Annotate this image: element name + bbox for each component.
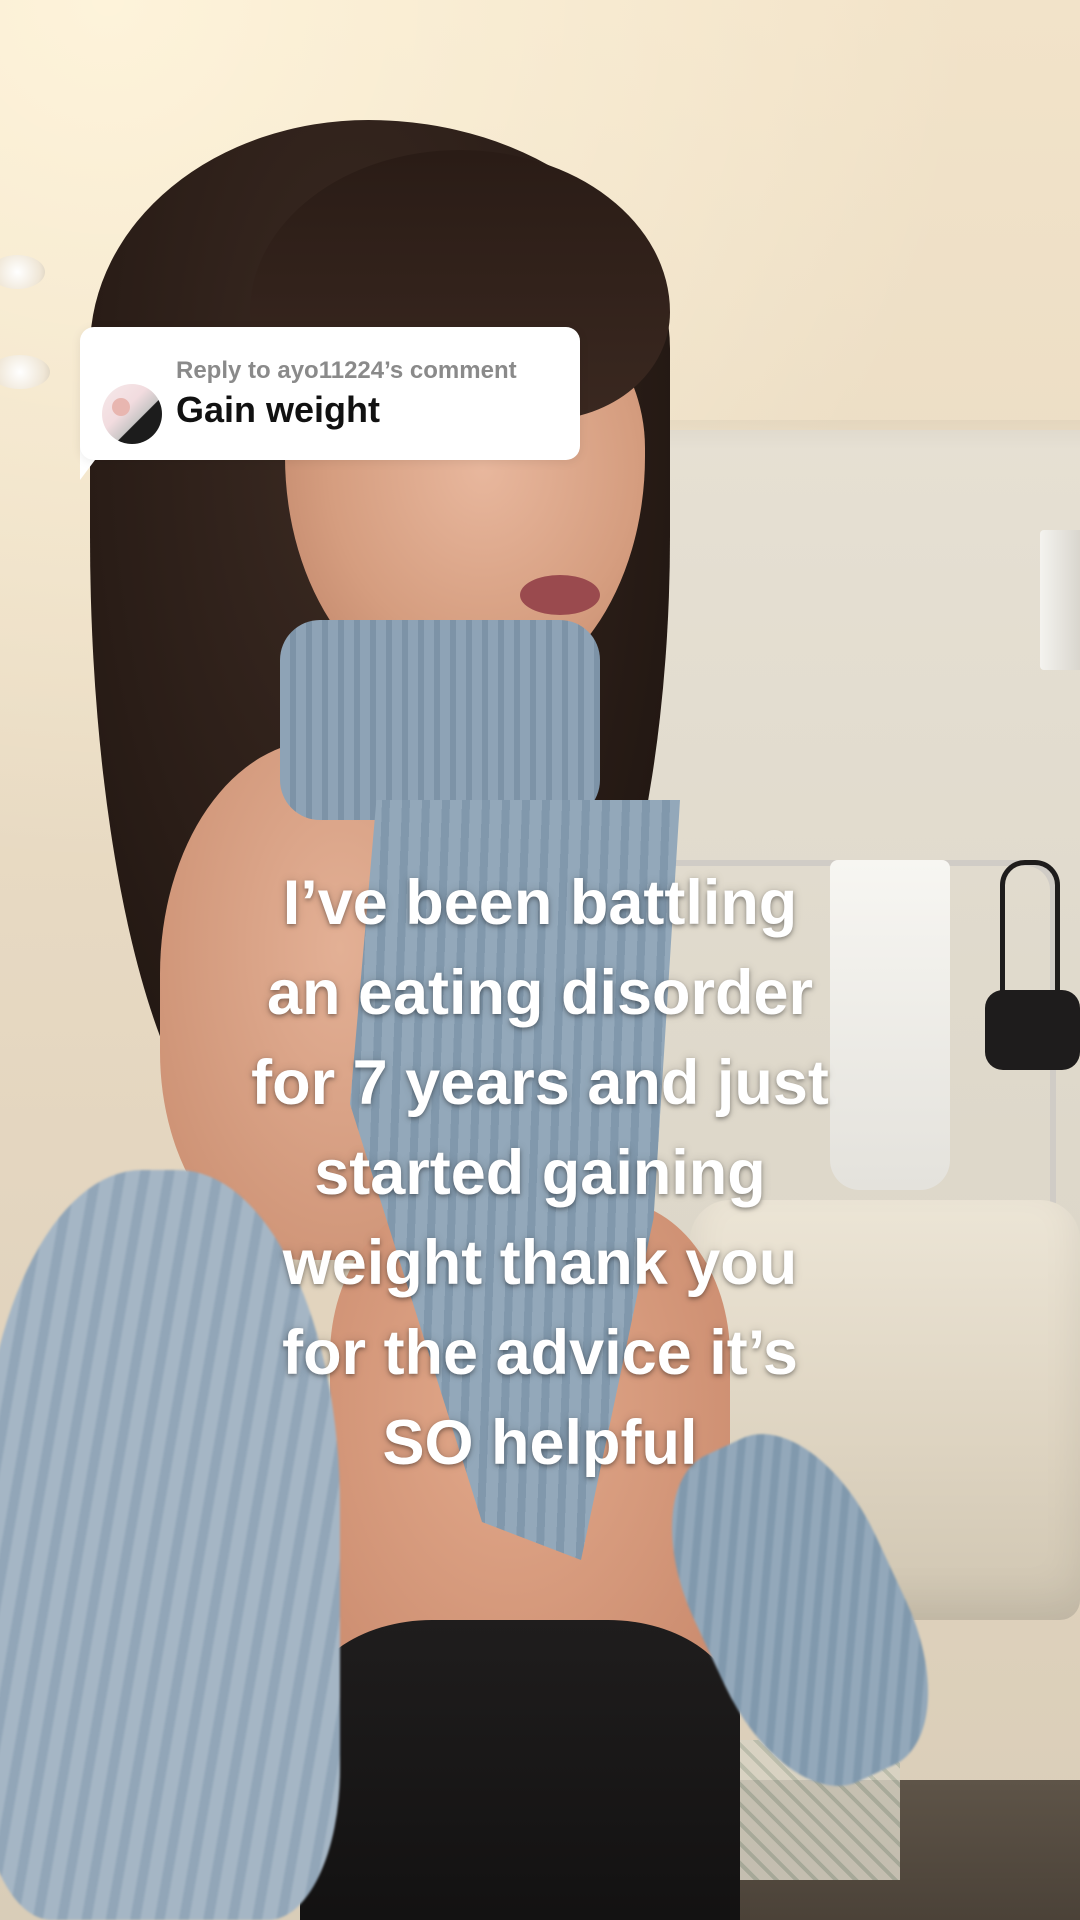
ceiling-light	[0, 255, 45, 289]
caption-line: for 7 years and just	[251, 1048, 829, 1118]
caption-line: SO helpful	[382, 1408, 698, 1478]
reply-comment-card[interactable]: Reply to ayo11224’s comment Gain weight	[80, 327, 580, 460]
reply-header: Reply to ayo11224’s comment	[176, 357, 517, 384]
air-conditioner	[1040, 530, 1080, 670]
caption-line: I’ve been battling	[282, 868, 798, 938]
person-lips	[520, 575, 600, 615]
user-avatar-icon[interactable]	[102, 384, 162, 444]
reply-comment-text: Gain weight	[176, 389, 381, 430]
hanging-bag	[985, 990, 1080, 1070]
caption-line: for the advice it’s	[282, 1318, 798, 1388]
video-caption: I’ve been battling an eating disorder fo…	[140, 858, 940, 1488]
caption-line: started gaining	[314, 1138, 766, 1208]
ceiling-light	[0, 355, 50, 389]
black-pants	[300, 1620, 740, 1920]
bag-strap	[1000, 860, 1060, 1005]
caption-line: weight thank you	[282, 1228, 798, 1298]
sweater-collar	[280, 620, 600, 820]
avatar-face	[112, 398, 130, 416]
caption-line: an eating disorder	[266, 958, 814, 1028]
